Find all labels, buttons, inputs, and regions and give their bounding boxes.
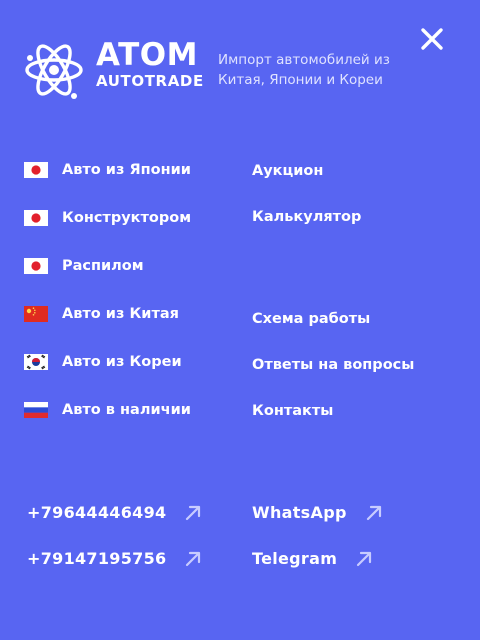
nav-link-workflow[interactable]: Схема работы (252, 311, 370, 327)
arrow-up-right-icon (366, 505, 381, 520)
whatsapp-label: WhatsApp (252, 503, 347, 522)
phone-number: +79147195756 (27, 549, 167, 568)
nav-item-china[interactable]: Авто из Китая (24, 303, 179, 325)
nav-item-japan[interactable]: Авто из Японии (24, 159, 191, 181)
flag-japan-icon (24, 258, 48, 274)
arrow-up-right-icon (186, 551, 201, 566)
brand[interactable]: ATOM AUTOTRADE (96, 37, 204, 91)
flag-china-icon (24, 306, 48, 322)
nav-item-korea[interactable]: Авто из Кореи (24, 351, 182, 373)
nav-item-label: Авто из Кореи (62, 354, 182, 370)
whatsapp-link[interactable]: WhatsApp (252, 503, 383, 522)
atom-logo-icon (25, 44, 83, 99)
nav-link-faq[interactable]: Ответы на вопросы (252, 357, 414, 373)
flag-japan-icon (24, 162, 48, 178)
phone-number: +79644446494 (27, 503, 167, 522)
brand-name: ATOM (96, 37, 198, 73)
arrow-up-right-icon (357, 551, 372, 566)
brand-tagline: Импорт автомобилей из Китая, Японии и Ко… (218, 52, 390, 88)
nav-item-label: Авто из Китая (62, 306, 179, 322)
nav-link-contacts[interactable]: Контакты (252, 403, 333, 419)
phone-link-1[interactable]: +79644446494 (27, 503, 202, 522)
nav-item-label: Распилом (62, 258, 144, 274)
close-icon[interactable] (420, 27, 444, 51)
flag-russia-icon (24, 402, 48, 418)
nav-link-auction[interactable]: Аукцион (252, 163, 323, 179)
nav-item-in-stock[interactable]: Авто в наличии (24, 399, 191, 421)
nav-item-label: Авто из Японии (62, 162, 191, 178)
flag-japan-icon (24, 210, 48, 226)
nav-item-label: Конструктором (62, 210, 192, 226)
arrow-up-right-icon (186, 505, 201, 520)
nav-item-cut[interactable]: Распилом (24, 255, 144, 277)
telegram-link[interactable]: Telegram (252, 549, 373, 568)
nav-item-label: Авто в наличии (62, 402, 191, 418)
flag-korea-icon (24, 354, 48, 370)
nav-link-calculator[interactable]: Калькулятор (252, 209, 361, 225)
brand-subtitle: AUTOTRADE (96, 72, 204, 90)
telegram-label: Telegram (252, 549, 338, 568)
nav-item-constructor[interactable]: Конструктором (24, 207, 191, 229)
phone-link-2[interactable]: +79147195756 (27, 549, 202, 568)
